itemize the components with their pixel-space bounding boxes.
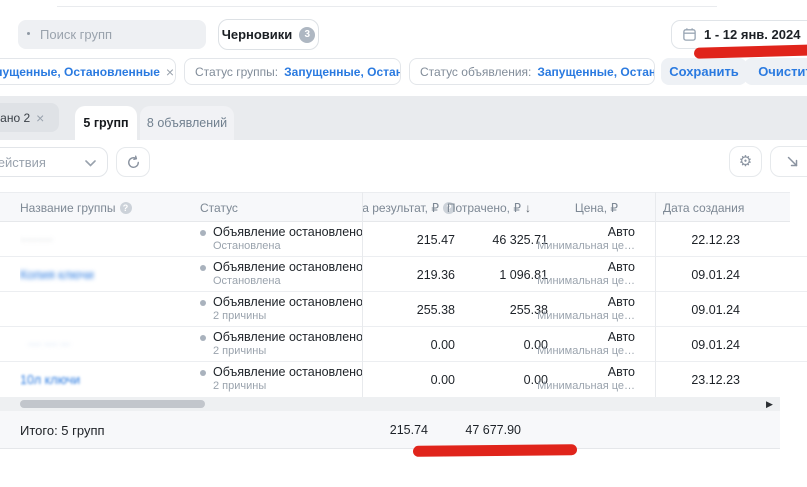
created-date: 09.01.24 [655, 292, 740, 327]
column-divider [655, 192, 656, 397]
price-mode: Авто [608, 225, 635, 241]
table-row[interactable]: Копия ключи Объявление остановлено Остан… [0, 257, 807, 292]
status-dot-icon [200, 300, 206, 306]
export-button[interactable] [770, 146, 807, 177]
cost-per-result-value: 0.00 [335, 362, 455, 397]
calendar-icon [682, 27, 697, 42]
table-header: Название группы ? Статус Цена за результ… [0, 192, 790, 222]
refresh-icon [126, 155, 141, 170]
scroll-right-icon[interactable]: ▶ [766, 399, 773, 410]
column-header-status[interactable]: Статус [200, 193, 238, 222]
totals-spent: 47 677.90 [411, 411, 521, 449]
top-divider [57, 6, 717, 7]
totals-label: Итого: 5 групп [20, 411, 105, 449]
column-header-spent[interactable]: Потрачено, ₽ ↓ [391, 193, 531, 222]
status-dot-icon [200, 230, 206, 236]
price-subtext: Минимальная це… [537, 310, 635, 324]
actions-dropdown-label: Действия [0, 155, 46, 170]
column-header-spent-label: Потрачено, ₽ [447, 201, 521, 215]
filter-chip-label: Статус группы: [195, 65, 278, 79]
filter-chip-group-status[interactable]: Статус группы: Запущенные, Остановленные… [184, 58, 401, 85]
created-date: 09.01.24 [655, 327, 740, 362]
column-header-created[interactable]: Дата создания [663, 193, 744, 222]
table-row[interactable]: 10л ключи Объявление остановлено 2 причи… [0, 362, 807, 397]
drafts-button[interactable]: Черновики 3 [218, 19, 319, 50]
refresh-button[interactable] [116, 147, 150, 177]
created-date: 22.12.23 [655, 222, 740, 257]
price-subtext: Минимальная це… [537, 380, 635, 394]
date-range-value: 1 - 12 янв. 2024 [704, 27, 800, 42]
filter-chip-value: Запущенные, Остановленные [537, 65, 655, 79]
cost-per-result-value: 255.38 [335, 292, 455, 327]
filter-chip-label: Статус объявления: [420, 65, 531, 79]
red-marker-totals-annotation [413, 444, 577, 457]
column-divider [362, 192, 363, 397]
price-subtext: Минимальная це… [537, 240, 635, 254]
filter-chip-campaign-status[interactable]: Запущенные, Остановленные × [0, 58, 176, 85]
price-cell: Авто Минимальная це… [505, 222, 635, 257]
created-date: 09.01.24 [655, 257, 740, 292]
help-icon[interactable]: ? [120, 202, 132, 214]
table-body: ········· Объявление остановлено Останов… [0, 222, 807, 397]
actions-dropdown[interactable]: Действия [0, 147, 108, 177]
price-subtext: Минимальная це… [537, 345, 635, 359]
price-cell: Авто Минимальная це… [505, 362, 635, 397]
drafts-count-badge: 3 [299, 27, 315, 43]
selected-count-chip[interactable]: Выбрано 2 × [0, 103, 59, 132]
column-header-price[interactable]: Цена, ₽ [518, 193, 618, 222]
cost-per-result-value: 0.00 [335, 327, 455, 362]
price-mode: Авто [608, 260, 635, 276]
price-mode: Авто [608, 295, 635, 311]
red-marker-date-annotation [694, 44, 807, 59]
cost-per-result-value: 219.36 [335, 257, 455, 292]
gear-icon: ⚙ [739, 154, 752, 169]
filter-chip-value: Запущенные, Остановленные [0, 65, 160, 79]
close-icon[interactable]: × [36, 111, 44, 125]
table-row[interactable]: ···· ···· ··· Объявление остановлено 2 п… [0, 327, 807, 362]
price-cell: Авто Минимальная це… [505, 257, 635, 292]
chevron-down-icon [85, 160, 96, 167]
ads-manager-screen: Черновики 3 1 - 12 янв. 2024 Запущенные,… [0, 0, 807, 487]
group-name-link[interactable]: 10л ключи [20, 373, 80, 387]
group-name-link[interactable]: ········· [20, 234, 53, 246]
created-date: 23.12.23 [655, 362, 740, 397]
filter-chip-ad-status[interactable]: Статус объявления: Запущенные, Остановле… [409, 58, 655, 85]
totals-cost-per-result: 215.74 [308, 411, 428, 449]
search-input[interactable] [18, 20, 206, 49]
selected-count-label: Выбрано 2 [0, 111, 30, 125]
price-subtext: Минимальная це… [537, 275, 635, 289]
cost-per-result-value: 215.47 [335, 222, 455, 257]
tab-ads[interactable]: 8 объявлений [140, 106, 234, 140]
clear-filters-button[interactable]: Очистить [744, 58, 807, 85]
price-mode: Авто [608, 365, 635, 381]
settings-button[interactable]: ⚙ [729, 146, 762, 177]
price-mode: Авто [608, 330, 635, 346]
filter-chip-value: Запущенные, Остановленные [284, 65, 401, 79]
price-cell: Авто Минимальная це… [505, 327, 635, 362]
save-filters-button[interactable]: Сохранить [661, 58, 747, 85]
search-icon [27, 32, 30, 35]
totals-row: Итого: 5 групп 215.74 47 677.90 [0, 411, 780, 449]
drafts-label: Черновики [222, 27, 293, 42]
download-icon [786, 155, 800, 169]
scrollbar-thumb[interactable] [20, 400, 205, 408]
close-icon[interactable]: × [166, 65, 174, 79]
table-row[interactable]: Объявление остановлено 2 причины 255.38 … [0, 292, 807, 327]
column-header-name-label: Название группы [20, 201, 116, 215]
status-dot-icon [200, 265, 206, 271]
group-name-link[interactable]: ···· ···· ··· [20, 339, 70, 350]
table-row[interactable]: ········· Объявление остановлено Останов… [0, 222, 807, 257]
column-header-name[interactable]: Название группы ? [20, 193, 132, 222]
tab-groups[interactable]: 5 групп [75, 106, 137, 140]
price-cell: Авто Минимальная це… [505, 292, 635, 327]
group-name-link[interactable]: Копия ключи [20, 268, 94, 282]
status-dot-icon [200, 335, 206, 341]
status-dot-icon [200, 370, 206, 376]
